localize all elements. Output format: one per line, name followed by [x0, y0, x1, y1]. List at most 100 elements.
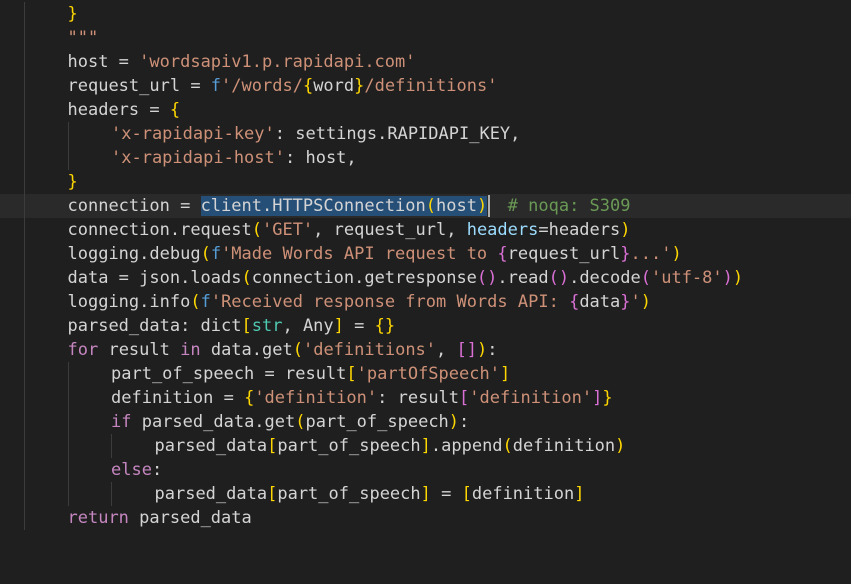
- code-token: 'definition': [469, 388, 593, 408]
- code-token: ): [640, 292, 652, 312]
- code-token: f: [200, 292, 211, 312]
- code-line[interactable]: host = 'wordsapiv1.p.rapidapi.com': [0, 50, 851, 74]
- code-token: }: [67, 4, 78, 24]
- code-line[interactable]: logging.info(f'Received response from Wo…: [0, 290, 851, 314]
- code-text: parsed_data: dict[str, Any] = {}: [68, 314, 396, 338]
- code-token: return: [67, 508, 129, 528]
- indent-guide: [24, 362, 25, 386]
- code-token: {: [302, 76, 314, 96]
- code-token: , request_url,: [313, 220, 467, 240]
- code-token: host =: [67, 52, 140, 72]
- code-line[interactable]: logging.debug(f'Made Words API request t…: [0, 242, 851, 266]
- code-token: result: [98, 340, 181, 360]
- indent-guide: [24, 482, 25, 506]
- code-line[interactable]: headers = {: [0, 98, 851, 122]
- code-token: parsed_data: [154, 484, 268, 504]
- code-token: f: [210, 244, 222, 264]
- code-line[interactable]: request_url = f'/words/{word}/definition…: [0, 74, 851, 98]
- code-line[interactable]: 'x-rapidapi-host': host,: [0, 146, 851, 170]
- code-line[interactable]: for result in data.get('definitions', []…: [0, 338, 851, 362]
- code-token: parsed_data: dict: [67, 316, 242, 336]
- code-token: connection.request: [67, 220, 252, 240]
- indent-guide: [24, 26, 25, 50]
- code-line[interactable]: else:: [0, 458, 851, 482]
- indent-guide: [67, 362, 69, 386]
- indent-guide: [67, 146, 69, 170]
- indent-guide: [24, 290, 25, 314]
- code-text: connection = client.HTTPSConnection(host…: [68, 194, 631, 218]
- code-text: part_of_speech = result['partOfSpeech']: [111, 362, 510, 386]
- indent-guide: [24, 50, 25, 74]
- indent-guide: [24, 122, 25, 146]
- code-token: parsed_data.get: [131, 412, 296, 432]
- code-text: logging.info(f'Received response from Wo…: [68, 290, 652, 314]
- code-token: headers =: [67, 100, 170, 120]
- code-token: """: [67, 28, 99, 48]
- code-token: }: [620, 244, 631, 264]
- code-token: .append: [430, 436, 503, 456]
- code-token: .decode: [569, 268, 641, 288]
- code-line[interactable]: connection.request('GET', request_url, h…: [0, 218, 851, 242]
- indent-guide: [24, 338, 25, 362]
- code-token: ,: [436, 340, 457, 360]
- code-line[interactable]: data = json.loads(connection.getresponse…: [0, 266, 851, 290]
- code-line[interactable]: if parsed_data.get(part_of_speech):: [0, 410, 851, 434]
- code-line[interactable]: 'x-rapidapi-key': settings.RAPIDAPI_KEY,: [0, 122, 851, 146]
- code-token: for: [67, 340, 99, 360]
- code-text: if parsed_data.get(part_of_speech):: [111, 410, 469, 434]
- code-text: logging.debug(f'Made Words API request t…: [68, 242, 682, 266]
- code-text: parsed_data[part_of_speech] = [definitio…: [155, 482, 585, 506]
- code-line[interactable]: """: [0, 26, 851, 50]
- code-line[interactable]: }: [0, 170, 851, 194]
- code-token: ...': [630, 244, 672, 264]
- code-token: '/words/: [221, 76, 303, 96]
- code-line[interactable]: parsed_data[part_of_speech] = [definitio…: [0, 482, 851, 506]
- code-text: 'x-rapidapi-key': settings.RAPIDAPI_KEY,: [111, 122, 520, 146]
- code-token: part_of_speech: [305, 412, 449, 432]
- code-token: 'partOfSpeech': [356, 364, 500, 384]
- code-editor[interactable]: } """ host = 'wordsapiv1.p.rapidapi.com' re…: [0, 0, 851, 584]
- code-token: : result: [377, 388, 460, 408]
- code-token: if: [111, 412, 132, 432]
- code-line[interactable]: parsed_data: dict[str, Any] = {}: [0, 314, 851, 338]
- text-cursor: [488, 195, 491, 217]
- code-line[interactable]: part_of_speech = result['partOfSpeech']: [0, 362, 851, 386]
- code-token: part_of_speech: [277, 484, 421, 504]
- code-token: (: [241, 268, 252, 288]
- code-text: request_url = f'/words/{word}/definition…: [68, 74, 498, 98]
- code-token: connection.getresponse: [251, 268, 477, 288]
- code-token: , Any: [282, 316, 334, 336]
- indent-guide: [24, 74, 25, 98]
- indent-guide: [24, 170, 25, 194]
- indent-guide: [24, 386, 25, 410]
- indent-guide: [67, 410, 69, 434]
- code-token: : settings.RAPIDAPI_KEY,: [274, 124, 521, 144]
- code-line[interactable]: return parsed_data: [0, 506, 851, 530]
- indent-guide: [67, 434, 69, 458]
- code-token: ': [630, 292, 641, 312]
- indent-guide: [24, 194, 25, 218]
- code-token: ): [477, 340, 488, 360]
- code-token: 'x-rapidapi-key': [111, 124, 275, 144]
- indent-guide: [24, 314, 25, 338]
- code-token: 'definitions': [302, 340, 437, 360]
- code-token: [: [459, 388, 470, 408]
- code-line[interactable]: definition = {'definition': result['defi…: [0, 386, 851, 410]
- code-token: {: [569, 292, 580, 312]
- code-token: : host,: [285, 148, 357, 168]
- code-token: .read: [497, 268, 549, 288]
- code-token: }: [620, 292, 631, 312]
- selected-token: host: [435, 196, 477, 216]
- indent-guide: [24, 458, 25, 482]
- code-token: word: [313, 76, 355, 96]
- code-line[interactable]: connection = client.HTTPSConnection(host…: [0, 194, 851, 218]
- code-token: parsed_data: [128, 508, 252, 528]
- code-token: /definitions': [364, 76, 498, 96]
- indent-guide: [67, 122, 69, 146]
- code-token: (: [200, 244, 211, 264]
- code-line[interactable]: parsed_data[part_of_speech].append(defin…: [0, 434, 851, 458]
- code-line[interactable]: }: [0, 2, 851, 26]
- indent-guide: [24, 2, 25, 26]
- code-text: return parsed_data: [68, 506, 252, 530]
- code-token: definition: [512, 436, 616, 456]
